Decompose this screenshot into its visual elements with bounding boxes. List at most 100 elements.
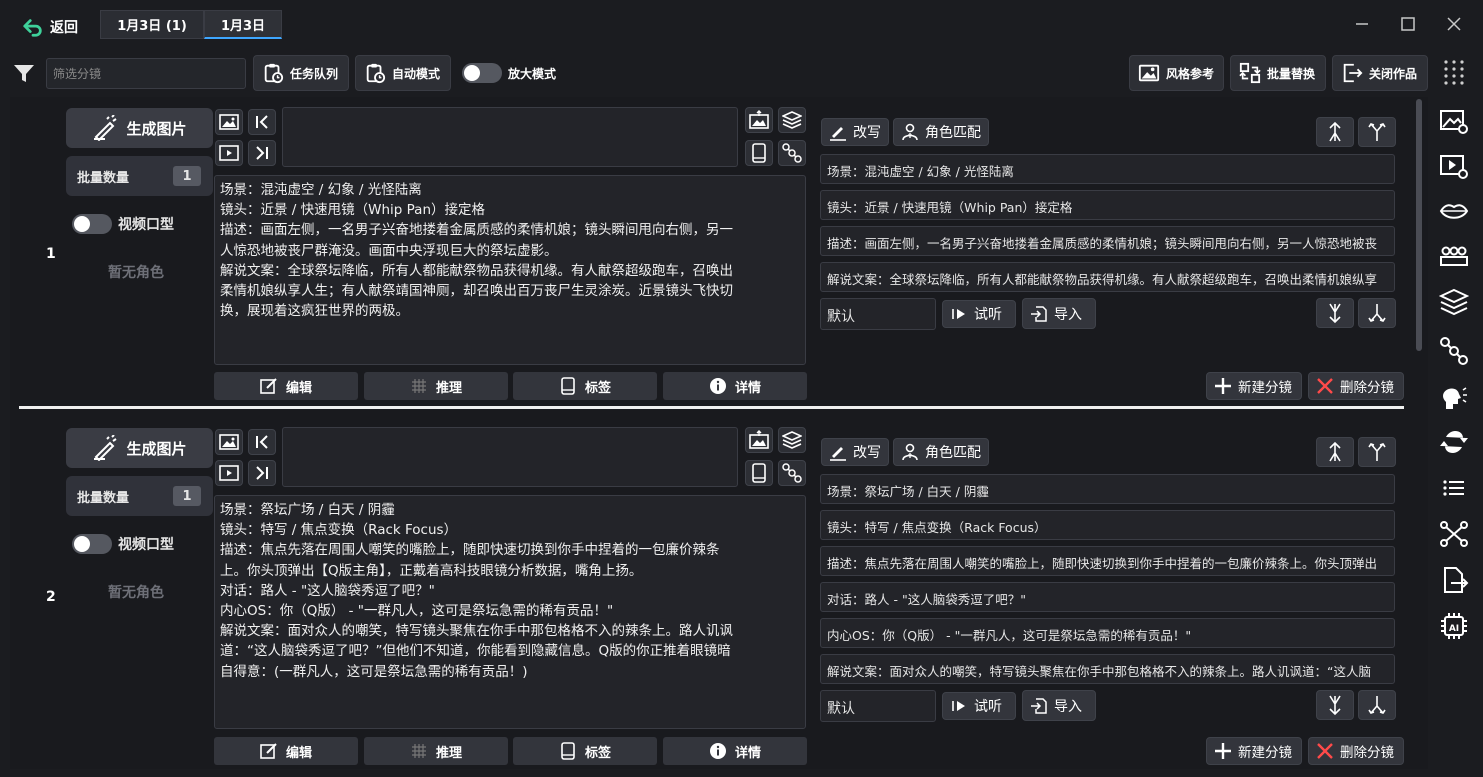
close-icon[interactable] (1442, 12, 1466, 36)
inner-os-field[interactable]: 内心OS：你（Q版） - "一群凡人，这可是祭坛急需的稀有贡品！" (820, 618, 1395, 648)
role-match-button[interactable]: 角色匹配 (893, 118, 989, 146)
merge-up-button[interactable] (1358, 117, 1396, 147)
batch-count-value[interactable]: 1 (173, 166, 201, 186)
vertical-scrollbar[interactable] (1413, 97, 1425, 769)
tablet-button[interactable] (745, 140, 773, 166)
description-field[interactable]: 描述：画面左侧，一名男子兴奋地搂着金属质感的柔情机娘；镜头瞬间甩向右侧，另一人惊… (820, 226, 1395, 256)
role-match-button[interactable]: 角色匹配 (893, 438, 989, 466)
merge-up-button[interactable] (1358, 437, 1396, 467)
workflow-icon[interactable] (1438, 518, 1470, 550)
minimize-icon[interactable] (1350, 12, 1374, 36)
scroll-thumb[interactable] (1416, 99, 1422, 351)
first-frame-button[interactable] (248, 109, 276, 135)
auto-mode-button[interactable]: 自动模式 (355, 55, 451, 91)
move-down-button[interactable] (1316, 690, 1354, 720)
import-button[interactable]: 导入 (1022, 298, 1096, 329)
people-icon[interactable] (1438, 240, 1470, 272)
close-work-button[interactable]: 关闭作品 (1332, 55, 1428, 91)
storyboard-description[interactable]: 场景：祭坛广场 / 白天 / 阴霾 镜头：特写 / 焦点变换（Rack Focu… (214, 495, 806, 729)
image-reference-button[interactable] (745, 107, 773, 133)
tablet-button[interactable] (745, 460, 773, 486)
back-button[interactable]: 返回 (22, 14, 78, 40)
prompt-input[interactable] (282, 427, 738, 487)
zoom-mode-toggle[interactable]: 放大模式 (462, 63, 556, 83)
layers-button[interactable] (778, 427, 806, 453)
listen-button[interactable]: 试听 (942, 692, 1016, 720)
infer-button[interactable]: 推理 (364, 372, 508, 400)
toggle-switch[interactable] (72, 534, 112, 554)
toggle-switch[interactable] (462, 63, 502, 83)
listen-label: 试听 (974, 699, 1002, 715)
node-link-icon[interactable] (1438, 335, 1470, 367)
move-up-button[interactable] (1316, 437, 1354, 467)
filter-icon[interactable] (13, 64, 35, 84)
video-lipsync-toggle[interactable]: 视频口型 (72, 534, 174, 554)
detail-button[interactable]: 详情 (663, 372, 807, 400)
scene-field[interactable]: 场景：混沌虚空 / 幻象 / 光怪陆离 (820, 154, 1395, 184)
toggle-switch[interactable] (72, 214, 112, 234)
speaking-head-icon[interactable] (1438, 381, 1470, 413)
file-export-icon[interactable] (1438, 564, 1470, 596)
style-reference-button[interactable]: 风格参考 (1129, 55, 1224, 91)
shot-field[interactable]: 镜头：特写 / 焦点变换（Rack Focus） (820, 510, 1395, 540)
connect-button[interactable] (778, 140, 806, 166)
connect-button[interactable] (778, 460, 806, 486)
rewrite-button[interactable]: 改写 (821, 118, 889, 146)
filter-input[interactable] (46, 58, 246, 89)
tab-1[interactable]: 1月3日 (204, 10, 282, 39)
batch-replace-button[interactable]: 批量替换 (1230, 55, 1326, 91)
refresh-icon[interactable] (1438, 426, 1470, 458)
new-shot-button[interactable]: 新建分镜 (1206, 737, 1302, 765)
image-reference-button[interactable] (745, 427, 773, 453)
image-button[interactable] (215, 429, 243, 455)
image-button[interactable] (215, 109, 243, 135)
video-settings-icon[interactable] (1438, 150, 1470, 182)
image-settings-icon[interactable] (1438, 105, 1470, 137)
last-frame-button[interactable] (248, 460, 276, 486)
tag-button[interactable]: 标签 (513, 372, 657, 400)
batch-replace-label: 批量替换 (1267, 66, 1316, 81)
first-frame-button[interactable] (248, 429, 276, 455)
delete-shot-button[interactable]: 删除分镜 (1308, 372, 1404, 400)
detail-button[interactable]: 详情 (663, 737, 807, 765)
layers-button[interactable] (778, 107, 806, 133)
voice-select[interactable]: 默认 (820, 690, 936, 722)
storyboard-description[interactable]: 场景：混沌虚空 / 幻象 / 光怪陆离 镜头：近景 / 快速甩镜（Whip Pa… (214, 175, 806, 365)
merge-down-button[interactable] (1358, 690, 1396, 720)
list-icon[interactable] (1438, 472, 1470, 504)
generate-image-button[interactable]: 生成图片 (66, 108, 213, 148)
last-frame-button[interactable] (248, 140, 276, 166)
generate-image-button[interactable]: 生成图片 (66, 428, 213, 468)
video-button[interactable] (215, 140, 243, 166)
rewrite-button[interactable]: 改写 (821, 438, 889, 466)
maximize-icon[interactable] (1396, 12, 1420, 36)
lips-icon[interactable] (1438, 195, 1470, 227)
infer-button[interactable]: 推理 (364, 737, 508, 765)
new-shot-button[interactable]: 新建分镜 (1206, 372, 1302, 400)
prompt-input[interactable] (282, 107, 738, 167)
voice-select[interactable]: 默认 (820, 298, 936, 330)
scene-field[interactable]: 场景：祭坛广场 / 白天 / 阴霾 (820, 474, 1395, 504)
tag-button[interactable]: 标签 (513, 737, 657, 765)
video-lipsync-toggle[interactable]: 视频口型 (72, 214, 174, 234)
task-queue-button[interactable]: 任务队列 (253, 55, 349, 91)
dialogue-field[interactable]: 对话：路人 - "这人脑袋秀逗了吧？" (820, 582, 1395, 612)
listen-button[interactable]: 试听 (942, 300, 1016, 328)
delete-shot-button[interactable]: 删除分镜 (1308, 737, 1404, 765)
edit-button[interactable]: 编辑 (214, 372, 358, 400)
import-button[interactable]: 导入 (1022, 690, 1096, 721)
merge-down-button[interactable] (1358, 298, 1396, 328)
layers-icon[interactable] (1438, 286, 1470, 318)
ai-chip-icon[interactable]: AI (1438, 610, 1470, 642)
narration-field[interactable]: 解说文案：全球祭坛降临，所有人都能献祭物品获得机缘。有人献祭超级跑车，召唤出柔情… (820, 262, 1395, 292)
move-up-button[interactable] (1316, 117, 1354, 147)
narration-field[interactable]: 解说文案：面对众人的嘲笑，特写镜头聚焦在你手中那包格格不入的辣条上。路人讥讽道：… (820, 654, 1395, 684)
edit-button[interactable]: 编辑 (214, 737, 358, 765)
tab-0[interactable]: 1月3日 (1) (100, 10, 204, 39)
description-field[interactable]: 描述：焦点先落在周围人嘲笑的嘴脸上，随即快速切换到你手中捏着的一包廉价辣条上。你… (820, 546, 1395, 576)
shot-field[interactable]: 镜头：近景 / 快速甩镜（Whip Pan）接定格 (820, 190, 1395, 220)
video-button[interactable] (215, 460, 243, 486)
grid-dots-icon[interactable] (1441, 58, 1467, 88)
batch-count-value[interactable]: 1 (173, 486, 201, 506)
move-down-button[interactable] (1316, 298, 1354, 328)
